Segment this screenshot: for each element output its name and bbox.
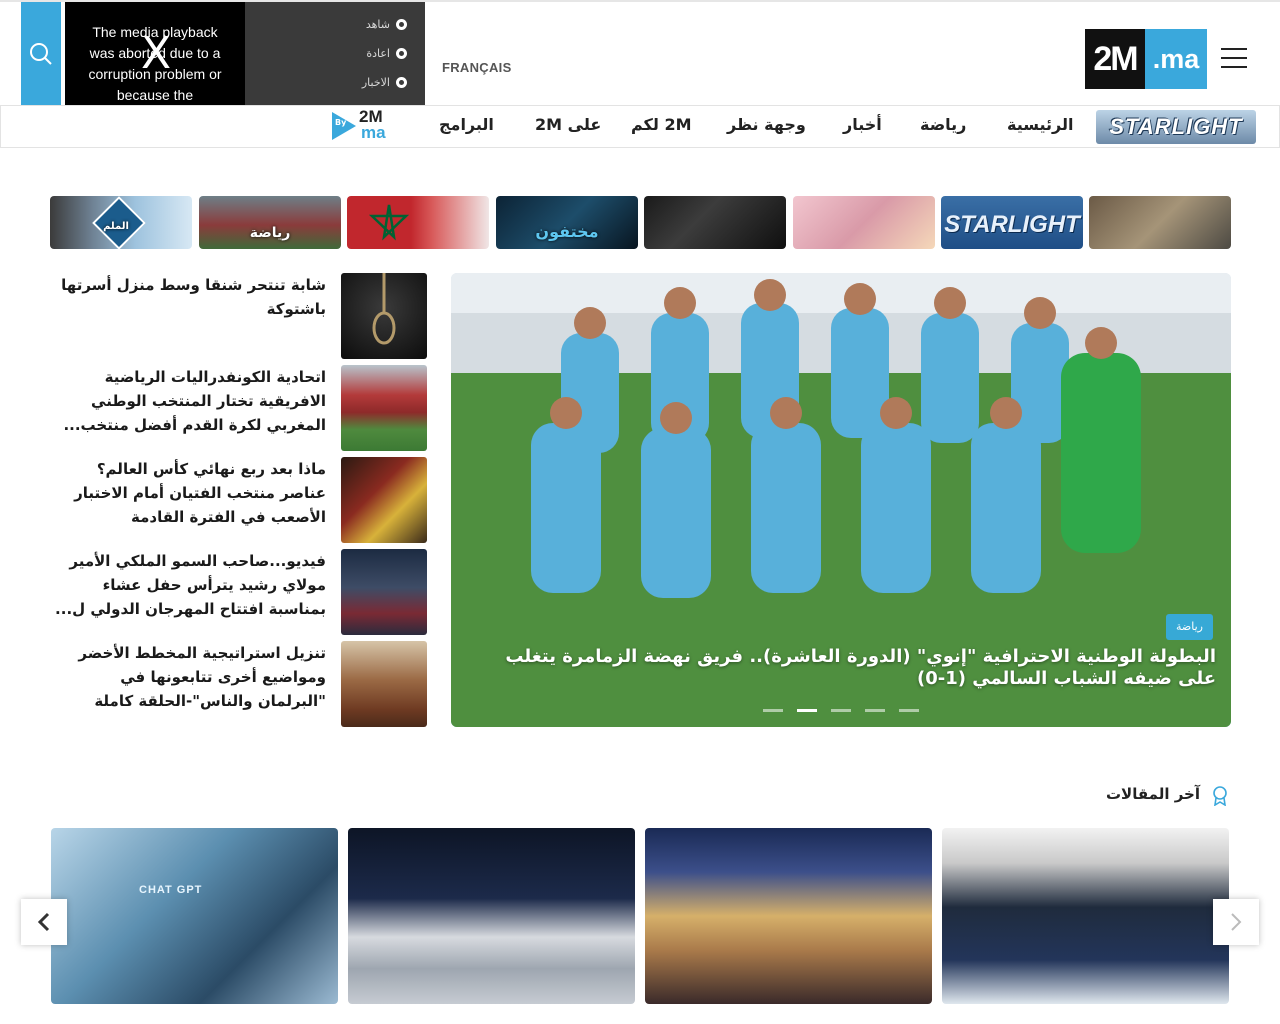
side-news-item[interactable]: ماذا بعد ربع نهائي كأس العالم؟ عناصر منت…	[48, 457, 427, 544]
quick-link-watch[interactable]: شاهد	[366, 14, 407, 34]
nav-item-programs[interactable]: البرامج	[439, 115, 494, 134]
star-icon	[369, 204, 409, 241]
news-title: ماذا بعد ربع نهائي كأس العالم؟ عناصر منت…	[74, 460, 326, 526]
strip-thumb-2[interactable]: STARLIGHT	[941, 196, 1083, 249]
nav-item-home[interactable]: الرئيسية	[1007, 115, 1074, 134]
slider-dot[interactable]	[865, 709, 885, 712]
quick-link-news[interactable]: الاخبار	[362, 72, 407, 92]
slider-dot[interactable]	[831, 709, 851, 712]
article-card[interactable]	[645, 828, 932, 1004]
chevron-left-icon	[37, 912, 50, 932]
strip-thumb-7[interactable]: رياضة	[199, 196, 341, 249]
logo-ma: .ma	[1145, 29, 1207, 89]
nav-item-opinion[interactable]: وجهة نظر	[727, 115, 806, 134]
news-thumbnail	[341, 273, 427, 359]
nav-item-sport[interactable]: رياضة	[920, 115, 966, 134]
strip-label: الملم	[103, 221, 129, 232]
strip-thumb-5[interactable]: مختفون	[496, 196, 638, 249]
side-news-item[interactable]: تنزيل استراتيجية المخطط الأخضر ومواضيع أ…	[48, 641, 427, 728]
hero-slider[interactable]: رياضة البطولة الوطنية الاحترافية "إنوي" …	[451, 273, 1231, 727]
strip-thumb-6[interactable]	[347, 196, 489, 249]
strip-label: STARLIGHT	[944, 211, 1080, 238]
rope-icon	[372, 273, 396, 345]
quick-link-replay[interactable]: اعادة	[366, 43, 407, 63]
logo-ma: ma	[361, 123, 386, 142]
by-label: By	[335, 118, 347, 127]
strip-label: مختفون	[535, 222, 599, 241]
nav-item-2m-for-you[interactable]: 2M لكم	[631, 115, 692, 134]
strip-label: رياضة	[249, 225, 291, 241]
language-switch[interactable]: FRANÇAIS	[442, 60, 512, 75]
slider-dot[interactable]	[899, 709, 919, 712]
chevron-right-icon	[1231, 913, 1242, 931]
slider-dot-active[interactable]	[797, 709, 817, 712]
side-news-item[interactable]: اتحادية الكونفدراليات الرياضية الافريقية…	[48, 365, 427, 452]
category-badge[interactable]: رياضة	[1166, 614, 1213, 640]
starlight-logo[interactable]: STARLIGHT	[1096, 110, 1256, 144]
slider-dot[interactable]	[763, 709, 783, 712]
strip-thumb-1[interactable]	[1089, 196, 1231, 249]
menu-icon[interactable]	[1221, 47, 1247, 69]
slider-dots	[763, 709, 919, 712]
award-icon	[1213, 786, 1227, 806]
site-logo[interactable]: 2M .ma	[1085, 29, 1207, 89]
quick-links-panel: شاهد اعادة الاخبار	[245, 2, 425, 105]
news-title: اتحادية الكونفدراليات الرياضية الافريقية…	[63, 368, 326, 434]
media-player[interactable]: The media playback was aborted due to a …	[65, 2, 245, 105]
article-card[interactable]: CHAT GPT	[51, 828, 338, 1004]
news-title: تنزيل استراتيجية المخطط الأخضر ومواضيع أ…	[78, 644, 326, 710]
news-title: فيديو...صاحب السمو الملكي الأمير مولاي ر…	[55, 552, 326, 618]
article-card[interactable]	[348, 828, 635, 1004]
side-news-item[interactable]: فيديو...صاحب السمو الملكي الأمير مولاي ر…	[48, 549, 427, 636]
section-title: آخر المقالات	[1105, 785, 1200, 803]
side-news-item[interactable]: شابة تنتحر شنقا وسط منزل أسرتها باشتوكة	[48, 273, 427, 360]
by-2m-logo[interactable]: By 2M ma	[332, 108, 402, 144]
news-thumbnail	[341, 365, 427, 451]
nav-item-on-2m[interactable]: على 2M	[535, 115, 601, 134]
main-nav: STARLIGHT الرئيسية رياضة أخبار وجهة نظر …	[0, 105, 1280, 148]
logo-2m: 2M	[1085, 29, 1145, 89]
play-icon	[396, 47, 407, 59]
search-button[interactable]	[21, 2, 61, 105]
news-icon	[396, 76, 407, 88]
news-thumbnail	[341, 641, 427, 727]
strip-thumb-4[interactable]	[644, 196, 786, 249]
card-label: CHAT GPT	[139, 884, 203, 896]
strip-thumb-8[interactable]: الملم	[50, 196, 192, 249]
news-title: شابة تنتحر شنقا وسط منزل أسرتها باشتوكة	[61, 276, 326, 318]
carousel-next-button[interactable]	[1213, 899, 1259, 945]
article-card[interactable]	[942, 828, 1229, 1004]
news-thumbnail	[341, 457, 427, 543]
quick-link-label: شاهد	[365, 17, 390, 31]
nav-item-news[interactable]: أخبار	[843, 115, 882, 134]
news-thumbnail	[341, 549, 427, 635]
quick-link-label: اعادة	[366, 46, 390, 60]
hero-title[interactable]: البطولة الوطنية الاحترافية "إنوي" (الدور…	[481, 646, 1216, 690]
close-icon[interactable]: X	[141, 32, 171, 76]
strip-thumb-3[interactable]	[793, 196, 935, 249]
search-icon	[30, 42, 52, 65]
radio-icon	[396, 18, 407, 30]
carousel-prev-button[interactable]	[21, 899, 67, 945]
quick-link-label: الاخبار	[361, 75, 390, 89]
